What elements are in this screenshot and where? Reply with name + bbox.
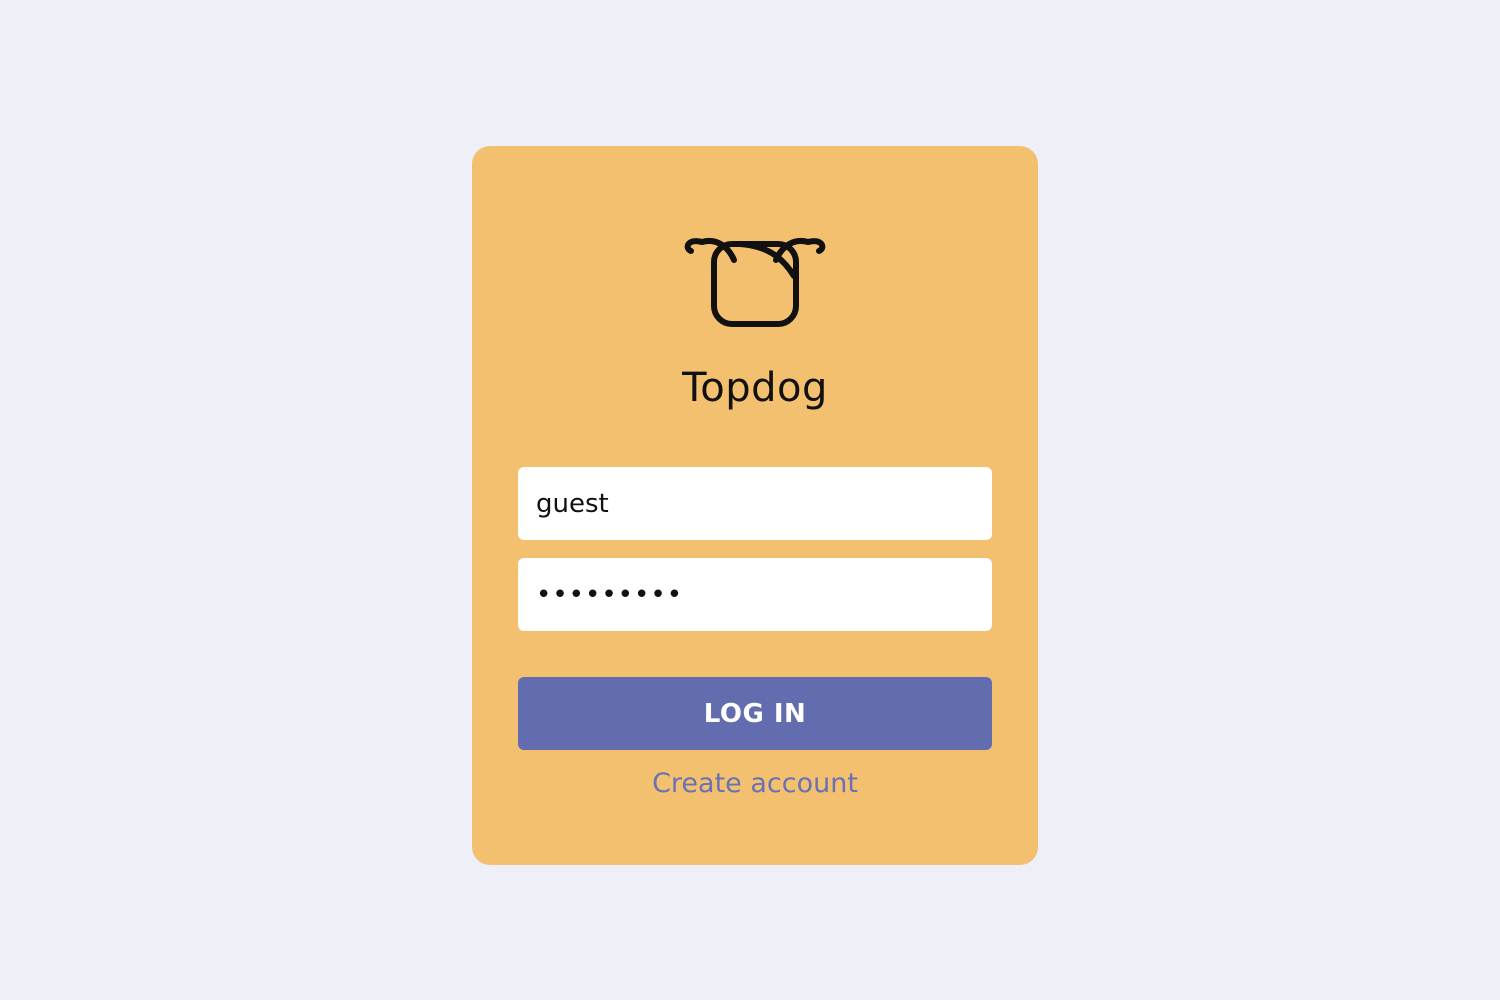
login-card: Topdog LOG IN Create account	[472, 146, 1038, 865]
login-button[interactable]: LOG IN	[518, 677, 992, 750]
dog-head-icon	[684, 222, 826, 328]
password-field[interactable]	[518, 558, 992, 631]
create-account-link[interactable]: Create account	[472, 764, 1038, 804]
brand-name: Topdog	[682, 365, 828, 411]
username-field[interactable]	[518, 467, 992, 540]
